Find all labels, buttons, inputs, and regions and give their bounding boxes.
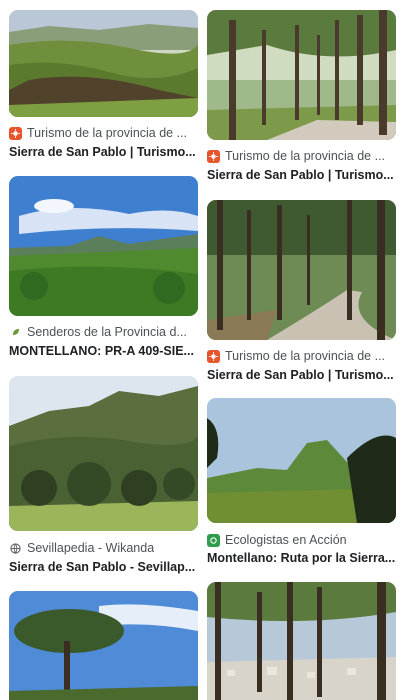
image-result-card[interactable]: Turismo de la provincia de ... Sierra de… [207, 0, 396, 185]
result-source-label: Sevillapedia - Wikanda [27, 541, 155, 555]
image-result-card[interactable]: Senderos de la Provincia d... MONTELLANO… [9, 176, 198, 361]
result-title[interactable]: MONTELLANO: PR-A 409-SIE... [9, 344, 198, 358]
result-source-label: Turismo de la provincia de ... [225, 349, 386, 363]
result-source-label: Turismo de la provincia de ... [27, 126, 188, 140]
result-source: Sevillapedia - Wikanda [9, 540, 198, 556]
result-thumbnail-pine-trail[interactable] [207, 10, 396, 140]
image-result-card[interactable]: Ecologistas en Acción Montellano: Ruta p… [207, 398, 396, 578]
result-source: Senderos de la Provincia d... [9, 324, 198, 340]
result-source: Ecologistas en Acción [207, 532, 396, 548]
ecologistas-icon [207, 533, 220, 547]
result-thumbnail-pine-sky[interactable] [9, 591, 198, 700]
result-thumbnail-mountain-valley[interactable] [9, 176, 198, 316]
image-result-card[interactable]: Turismo de la provincia de ... Sierra de… [207, 200, 396, 385]
result-title[interactable]: Montellano: Ruta por la Sierra... [207, 551, 396, 565]
turismo-sun-icon [207, 349, 220, 363]
turismo-sun-icon [9, 126, 22, 140]
result-thumbnail-forest-path[interactable] [207, 200, 396, 340]
result-thumbnail-town-trees[interactable] [207, 582, 396, 700]
result-title[interactable]: Sierra de San Pablo - Sevillap... [9, 560, 198, 574]
result-thumbnail-green-hill[interactable] [207, 398, 396, 523]
senderos-leaf-icon [9, 325, 22, 339]
image-result-card[interactable] [207, 582, 396, 700]
globe-icon [9, 541, 22, 555]
result-title[interactable]: Sierra de San Pablo | Turismo... [9, 145, 198, 159]
result-title[interactable]: Sierra de San Pablo | Turismo... [207, 368, 396, 382]
image-result-card[interactable]: Sevillapedia - Wikanda Sierra de San Pab… [9, 376, 198, 576]
image-result-card[interactable] [9, 591, 198, 700]
result-source-label: Senderos de la Provincia d... [27, 325, 187, 339]
result-thumbnail-sierra-forest[interactable] [9, 376, 198, 531]
result-source: Turismo de la provincia de ... [9, 125, 198, 141]
result-source-label: Turismo de la provincia de ... [225, 149, 386, 163]
result-source-label: Ecologistas en Acción [225, 533, 347, 547]
result-source: Turismo de la provincia de ... [207, 348, 396, 364]
result-source: Turismo de la provincia de ... [207, 148, 396, 164]
turismo-sun-icon [207, 149, 220, 163]
result-thumbnail-hills[interactable] [9, 10, 198, 117]
image-result-card[interactable]: Turismo de la provincia de ... Sierra de… [9, 0, 198, 160]
result-title[interactable]: Sierra de San Pablo | Turismo... [207, 168, 396, 182]
